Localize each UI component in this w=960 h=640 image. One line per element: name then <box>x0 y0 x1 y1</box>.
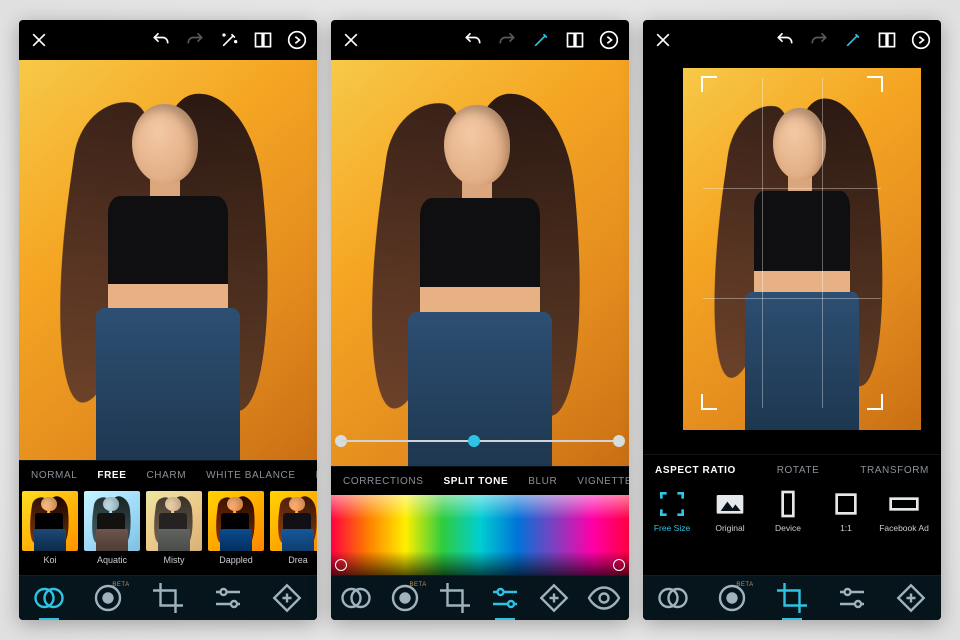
bottom-toolbar: BETA <box>331 575 629 620</box>
heal-icon[interactable] <box>269 580 305 616</box>
top-toolbar <box>643 20 941 60</box>
adjust-tabs: CORRECTIONS SPLIT TONE BLUR VIGNETTE <box>331 466 629 495</box>
filter-misty[interactable]: Misty <box>143 489 205 575</box>
adjust-icon[interactable] <box>487 580 523 616</box>
shadow-color-marker[interactable] <box>613 559 625 571</box>
ratio-facebook[interactable]: Facebook <box>933 491 941 575</box>
ratio-facebook-ad[interactable]: Facebook Ad <box>875 491 933 575</box>
crop-visible-photo <box>683 68 921 430</box>
filter-koi[interactable]: Koi <box>19 489 81 575</box>
aspect-ratio-options: Free Size Original Device 1:1 Facebook A… <box>643 485 941 575</box>
image-canvas[interactable] <box>19 60 317 460</box>
overlays-icon[interactable]: BETA <box>714 580 750 616</box>
crop-canvas[interactable] <box>643 60 941 454</box>
adjust-icon[interactable] <box>210 580 246 616</box>
tab-normal[interactable]: NORMAL <box>23 470 85 481</box>
filter-label: Dappled <box>219 555 253 565</box>
tab-split-tone[interactable]: SPLIT TONE <box>436 476 517 487</box>
tab-corrections[interactable]: CORRECTIONS <box>335 476 432 487</box>
screen-filters: NORMAL FREE CHARM WHITE BALANCE BLACK Ko… <box>19 20 317 620</box>
compare-icon[interactable] <box>877 30 897 50</box>
looks-icon[interactable] <box>338 580 374 616</box>
image-canvas[interactable] <box>331 60 629 466</box>
crop-handle-bl[interactable] <box>701 394 717 410</box>
undo-icon[interactable] <box>151 30 171 50</box>
color-spectrum-picker[interactable] <box>331 495 629 575</box>
compare-icon[interactable] <box>253 30 273 50</box>
heal-icon[interactable] <box>893 580 929 616</box>
ratio-free-size[interactable]: Free Size <box>643 491 701 575</box>
filter-category-tabs: NORMAL FREE CHARM WHITE BALANCE BLACK <box>19 460 317 489</box>
bottom-toolbar: BETA <box>19 575 317 620</box>
crop-handle-tr[interactable] <box>867 76 883 92</box>
eye-icon[interactable] <box>586 580 622 616</box>
redo-icon[interactable] <box>185 30 205 50</box>
edited-photo <box>331 60 629 466</box>
redo-icon[interactable] <box>497 30 517 50</box>
auto-enhance-icon[interactable] <box>531 30 551 50</box>
adjust-icon[interactable] <box>834 580 870 616</box>
undo-icon[interactable] <box>463 30 483 50</box>
compare-icon[interactable] <box>565 30 585 50</box>
crop-handle-tl[interactable] <box>701 76 717 92</box>
overlays-icon[interactable]: BETA <box>90 580 126 616</box>
filter-dappled[interactable]: Dappled <box>205 489 267 575</box>
crop-handle-br[interactable] <box>867 394 883 410</box>
filter-label: Aquatic <box>97 555 127 565</box>
filter-label: Misty <box>164 555 185 565</box>
tab-charm[interactable]: CHARM <box>138 470 194 481</box>
ratio-original[interactable]: Original <box>701 491 759 575</box>
filter-aquatic[interactable]: Aquatic <box>81 489 143 575</box>
tab-black[interactable]: BLACK <box>308 470 317 481</box>
filter-label: Drea <box>288 555 308 565</box>
top-toolbar <box>331 20 629 60</box>
tab-blur[interactable]: BLUR <box>520 476 565 487</box>
crop-icon[interactable] <box>774 580 810 616</box>
crop-mode-tabs: ASPECT RATIO ROTATE TRANSFORM <box>643 454 941 485</box>
crop-icon[interactable] <box>437 580 473 616</box>
filter-dream[interactable]: Drea <box>267 489 317 575</box>
bottom-toolbar: BETA <box>643 575 941 620</box>
looks-icon[interactable] <box>31 580 67 616</box>
heal-icon[interactable] <box>536 580 572 616</box>
share-next-icon[interactable] <box>599 30 619 50</box>
tab-free[interactable]: FREE <box>89 470 134 481</box>
screen-crop: ASPECT RATIO ROTATE TRANSFORM Free Size … <box>643 20 941 620</box>
close-icon[interactable] <box>29 30 49 50</box>
crop-icon[interactable] <box>150 580 186 616</box>
tab-transform[interactable]: TRANSFORM <box>860 465 929 476</box>
tab-aspect-ratio[interactable]: ASPECT RATIO <box>655 465 736 476</box>
ratio-1-1[interactable]: 1:1 <box>817 491 875 575</box>
tab-vignette[interactable]: VIGNETTE <box>569 476 629 487</box>
looks-icon[interactable] <box>655 580 691 616</box>
undo-icon[interactable] <box>775 30 795 50</box>
share-next-icon[interactable] <box>911 30 931 50</box>
redo-icon[interactable] <box>809 30 829 50</box>
crop-rectangle[interactable] <box>703 78 881 408</box>
edited-photo <box>19 60 317 460</box>
close-icon[interactable] <box>341 30 361 50</box>
balance-slider[interactable] <box>341 426 619 456</box>
top-toolbar <box>19 20 317 60</box>
auto-enhance-icon[interactable] <box>219 30 239 50</box>
close-icon[interactable] <box>653 30 673 50</box>
highlight-color-marker[interactable] <box>335 559 347 571</box>
auto-enhance-icon[interactable] <box>843 30 863 50</box>
tab-white-balance[interactable]: WHITE BALANCE <box>198 470 303 481</box>
share-next-icon[interactable] <box>287 30 307 50</box>
screen-split-tone: CORRECTIONS SPLIT TONE BLUR VIGNETTE BET… <box>331 20 629 620</box>
slider-knob[interactable] <box>468 435 480 447</box>
overlays-icon[interactable]: BETA <box>387 580 423 616</box>
filter-label: Koi <box>43 555 56 565</box>
filter-thumbnails: Koi Aquatic Misty Dappled Drea <box>19 489 317 575</box>
tab-rotate[interactable]: ROTATE <box>777 465 820 476</box>
ratio-device[interactable]: Device <box>759 491 817 575</box>
